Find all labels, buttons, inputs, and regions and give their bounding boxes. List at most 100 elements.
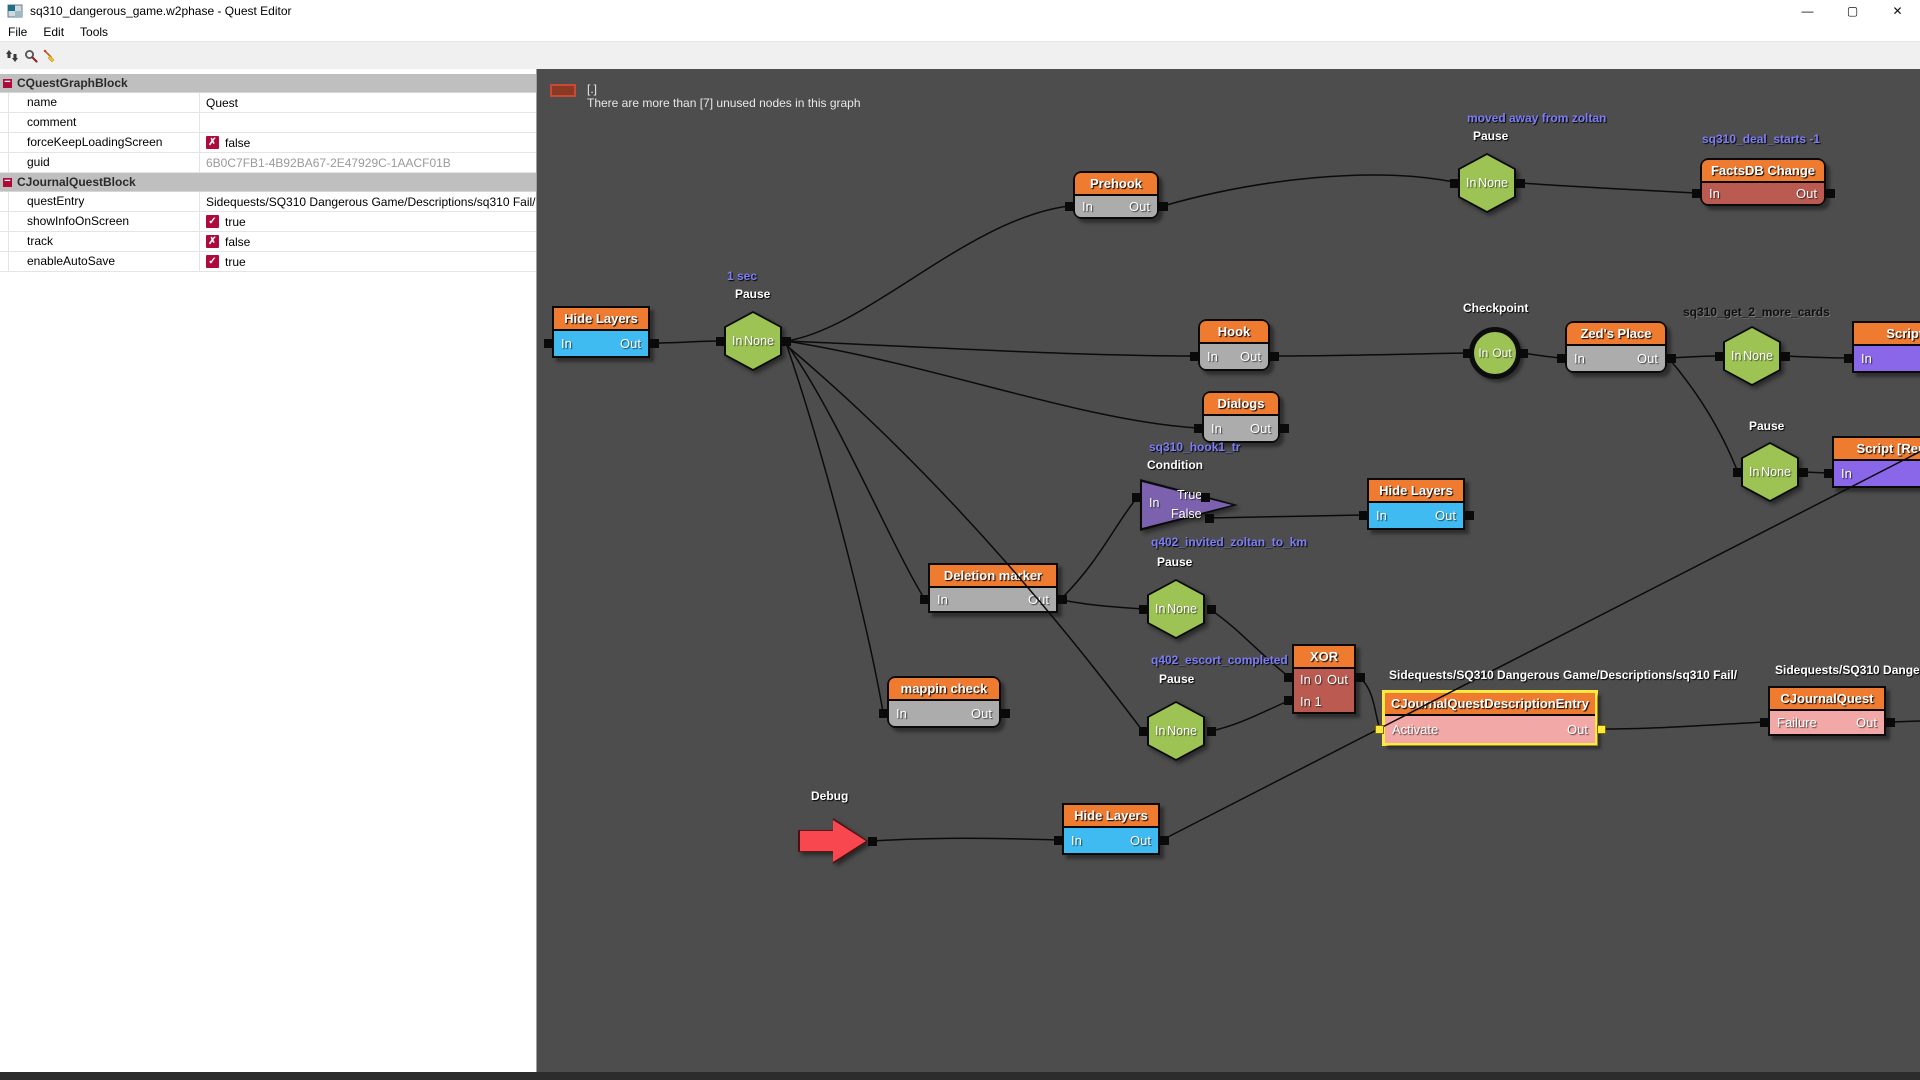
connector-pin[interactable] <box>650 339 659 348</box>
connector-pin[interactable] <box>1375 725 1384 734</box>
menu-edit[interactable]: Edit <box>35 22 72 41</box>
property-value[interactable]: ✓true <box>200 212 536 231</box>
connector-pin[interactable] <box>1356 673 1365 682</box>
pause-moved-away-node[interactable]: InNone <box>1458 153 1516 213</box>
connector-pin[interactable] <box>1207 727 1216 736</box>
checkpoint-node[interactable]: InOut <box>1469 327 1521 379</box>
condition-node[interactable]: InTrueFalse <box>1140 479 1238 531</box>
connector-pin[interactable] <box>1054 836 1063 845</box>
connector-pin[interactable] <box>1465 511 1474 520</box>
pause-escort-node[interactable]: InNone <box>1147 701 1205 761</box>
connector-pin[interactable] <box>1516 179 1525 188</box>
debug-node[interactable] <box>798 818 868 864</box>
checked-icon[interactable]: ✓ <box>206 255 219 268</box>
close-button[interactable]: ✕ <box>1875 0 1920 22</box>
connector-pin[interactable] <box>1132 493 1141 502</box>
connector-pin[interactable] <box>1280 424 1289 433</box>
arrange-icon[interactable] <box>3 47 21 65</box>
connector-pin[interactable] <box>1733 468 1742 477</box>
connector-pin[interactable] <box>1844 354 1853 363</box>
xor-node[interactable]: XORIn 0OutIn 1 <box>1292 644 1356 714</box>
connector-pin[interactable] <box>1159 202 1168 211</box>
property-value[interactable] <box>200 113 536 132</box>
connector-pin[interactable] <box>1160 836 1169 845</box>
connector-pin[interactable] <box>1201 493 1210 502</box>
node-body: InOut <box>889 701 999 726</box>
connector-pin[interactable] <box>1194 424 1203 433</box>
connector-pin[interactable] <box>1139 605 1148 614</box>
connector-pin[interactable] <box>1886 718 1895 727</box>
cleanup-icon[interactable] <box>41 47 59 65</box>
connector-pin[interactable] <box>716 337 725 346</box>
minimize-button[interactable]: — <box>1785 0 1830 22</box>
node-title: Hide Layers <box>554 308 648 331</box>
graph-canvas[interactable]: [.] There are more than [7] unused nodes… <box>537 69 1920 1072</box>
connector-pin[interactable] <box>1205 514 1214 523</box>
connector-pin[interactable] <box>1065 202 1074 211</box>
connector-pin[interactable] <box>1519 349 1528 358</box>
connector-pin[interactable] <box>1760 718 1769 727</box>
pause-get-2-more-cards-node[interactable]: InNone <box>1723 326 1781 386</box>
collapse-toggle-icon[interactable]: − <box>3 178 12 187</box>
property-value[interactable]: Sidequests/SQ310 Dangerous Game/Descript… <box>200 192 536 211</box>
edge <box>1163 175 1454 206</box>
connector-pin[interactable] <box>1270 352 1279 361</box>
connector-pin[interactable] <box>1597 725 1606 734</box>
connector-pin[interactable] <box>1824 469 1833 478</box>
bottom-scrollbar[interactable] <box>0 1072 1920 1080</box>
script-re-node[interactable]: Script [ReIn <box>1852 321 1920 373</box>
node-caption: q402_escort_completed <box>1151 653 1288 667</box>
connector-pin[interactable] <box>1359 511 1368 520</box>
hook-node[interactable]: HookInOut <box>1198 319 1270 371</box>
maximize-button[interactable]: ▢ <box>1830 0 1875 22</box>
connector-pin[interactable] <box>1207 605 1216 614</box>
cross-icon[interactable]: ✗ <box>206 136 219 149</box>
property-value[interactable]: Quest <box>200 93 536 112</box>
deletion-marker-node[interactable]: Deletion markerInOut <box>928 563 1058 613</box>
collapse-toggle-icon[interactable]: − <box>3 79 12 88</box>
zoom-icon[interactable] <box>22 47 40 65</box>
property-value[interactable]: ✗false <box>200 232 536 251</box>
connector-pin[interactable] <box>1715 352 1724 361</box>
cross-icon[interactable]: ✗ <box>206 235 219 248</box>
hide-layers-3-node[interactable]: Hide LayersInOut <box>1062 803 1160 855</box>
connector-pin[interactable] <box>879 709 888 718</box>
connector-pin[interactable] <box>1190 352 1199 361</box>
connector-pin[interactable] <box>1058 595 1067 604</box>
connector-pin[interactable] <box>1692 189 1701 198</box>
connector-pin[interactable] <box>1799 468 1808 477</box>
factsdb-change-node[interactable]: FactsDB ChangeInOut <box>1700 158 1826 206</box>
dialogs-node[interactable]: DialogsInOut <box>1202 391 1280 443</box>
property-value[interactable]: 6B0C7FB1-4B92BA67-2E47929C-1AACF01B <box>200 153 536 172</box>
connector-pin[interactable] <box>1557 354 1566 363</box>
hide-layers-2-node[interactable]: Hide LayersInOut <box>1367 478 1465 530</box>
pause-invited-node[interactable]: InNone <box>1147 579 1205 639</box>
connector-pin[interactable] <box>1463 349 1472 358</box>
connector-pin[interactable] <box>1667 354 1676 363</box>
property-value[interactable]: ✗false <box>200 133 536 152</box>
property-value[interactable]: ✓true <box>200 252 536 271</box>
pause-1-sec-node[interactable]: InNone <box>724 311 782 371</box>
hide-layers-1-node[interactable]: Hide LayersInOut <box>552 306 650 358</box>
connector-pin[interactable] <box>1284 696 1293 705</box>
prehook-node[interactable]: PrehookInOut <box>1073 171 1159 219</box>
menu-tools[interactable]: Tools <box>72 22 116 41</box>
connector-pin[interactable] <box>868 837 877 846</box>
cjournal-quest-node[interactable]: CJournalQuestFailureOut <box>1768 686 1886 736</box>
zeds-place-node[interactable]: Zed's PlaceInOut <box>1565 321 1667 373</box>
mappin-check-node[interactable]: mappin checkInOut <box>887 676 1001 728</box>
connector-pin[interactable] <box>1284 673 1293 682</box>
pause-lower-right-node[interactable]: InNone <box>1741 442 1799 502</box>
checked-icon[interactable]: ✓ <box>206 215 219 228</box>
connector-pin[interactable] <box>920 595 929 604</box>
script-remo-node[interactable]: Script [RemoIn <box>1832 436 1920 488</box>
cjournal-quest-description-entry-node[interactable]: CJournalQuestDescriptionEntryActivateOut <box>1383 691 1597 745</box>
connector-pin[interactable] <box>544 339 553 348</box>
connector-pin[interactable] <box>1139 727 1148 736</box>
connector-pin[interactable] <box>1001 709 1010 718</box>
connector-pin[interactable] <box>782 337 791 346</box>
connector-pin[interactable] <box>1826 189 1835 198</box>
menu-file[interactable]: File <box>0 22 35 41</box>
connector-pin[interactable] <box>1781 352 1790 361</box>
connector-pin[interactable] <box>1450 179 1459 188</box>
